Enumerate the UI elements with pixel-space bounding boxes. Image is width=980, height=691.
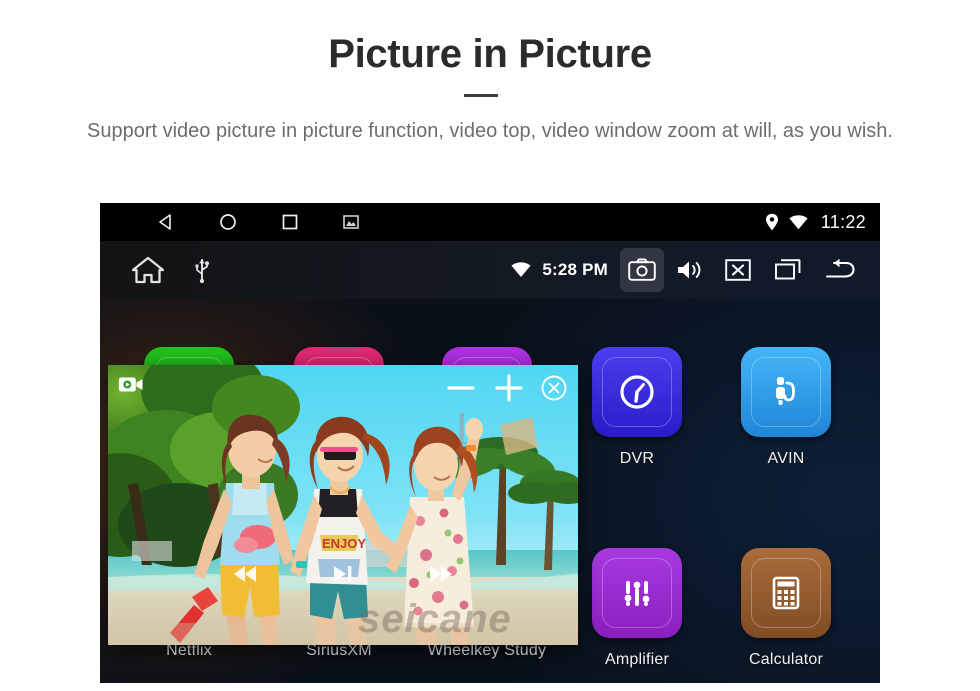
back-button[interactable] <box>816 248 864 292</box>
device-screen: 11:22 5:28 PM Netflix SiriusXM Wheelkey … <box>100 203 880 683</box>
amplifier-tile[interactable] <box>592 548 682 638</box>
calculator-tile[interactable] <box>741 548 831 638</box>
system-toolbar: 5:28 PM <box>100 241 880 299</box>
home-screen: Netflix SiriusXM Wheelkey Study DVR AVIN… <box>100 299 880 683</box>
svg-text:ENJOY: ENJOY <box>322 536 366 551</box>
avin-tile[interactable] <box>741 347 831 437</box>
app-avin[interactable]: AVIN <box>726 347 846 468</box>
wifi-icon <box>789 214 808 230</box>
app-amplifier[interactable]: Amplifier <box>577 548 697 669</box>
gauge-icon <box>602 357 672 427</box>
equalizer-icon <box>602 558 672 628</box>
pip-enlarge-button[interactable] <box>492 371 526 405</box>
home-icon[interactable] <box>132 256 164 284</box>
home-nav-icon[interactable] <box>218 212 238 232</box>
picture-in-picture-window[interactable]: ENJOY seicane <box>108 365 578 645</box>
title-divider <box>464 94 498 97</box>
play-pause-button[interactable] <box>331 563 355 585</box>
page-title: Picture in Picture <box>328 32 652 76</box>
camera-button[interactable] <box>620 248 664 292</box>
calculator-icon <box>751 558 821 628</box>
screenshot-nav-icon[interactable] <box>342 213 360 231</box>
android-nav-group <box>156 212 360 232</box>
recent-apps-button[interactable] <box>764 248 812 292</box>
app-label: Calculator <box>748 651 824 668</box>
app-label: AVIN <box>767 450 805 467</box>
location-pin-icon <box>765 213 779 231</box>
close-app-button[interactable] <box>716 248 760 292</box>
previous-button[interactable] <box>231 563 259 585</box>
status-bar-clock: 11:22 <box>820 211 866 232</box>
video-camera-icon[interactable] <box>118 375 144 397</box>
pip-video-content: ENJOY <box>108 365 578 645</box>
app-dvr[interactable]: DVR <box>577 347 697 468</box>
usb-icon[interactable] <box>194 257 210 283</box>
page-subtitle: Support video picture in picture functio… <box>87 120 893 142</box>
pip-shrink-button[interactable] <box>444 371 478 405</box>
promo-page: Picture in Picture Support video picture… <box>0 0 980 691</box>
pip-playback-controls <box>108 563 578 585</box>
dvr-tile[interactable] <box>592 347 682 437</box>
toolbar-clock: 5:28 PM <box>542 260 608 279</box>
av-plug-icon <box>751 357 821 427</box>
volume-button[interactable] <box>668 248 712 292</box>
android-status-bar: 11:22 <box>100 203 880 241</box>
toolbar-right-icons: 5:28 PM <box>511 241 864 299</box>
wifi-icon <box>511 262 531 278</box>
status-bar-right: 11:22 <box>765 203 866 241</box>
back-nav-icon[interactable] <box>156 212 176 232</box>
app-label: DVR <box>619 450 655 467</box>
pip-close-button[interactable] <box>540 374 568 402</box>
app-label: Amplifier <box>604 651 670 668</box>
next-button[interactable] <box>427 563 455 585</box>
recents-nav-icon[interactable] <box>280 212 300 232</box>
toolbar-left-icons <box>132 256 210 284</box>
pip-window-controls <box>444 371 568 405</box>
app-calculator[interactable]: Calculator <box>726 548 846 669</box>
